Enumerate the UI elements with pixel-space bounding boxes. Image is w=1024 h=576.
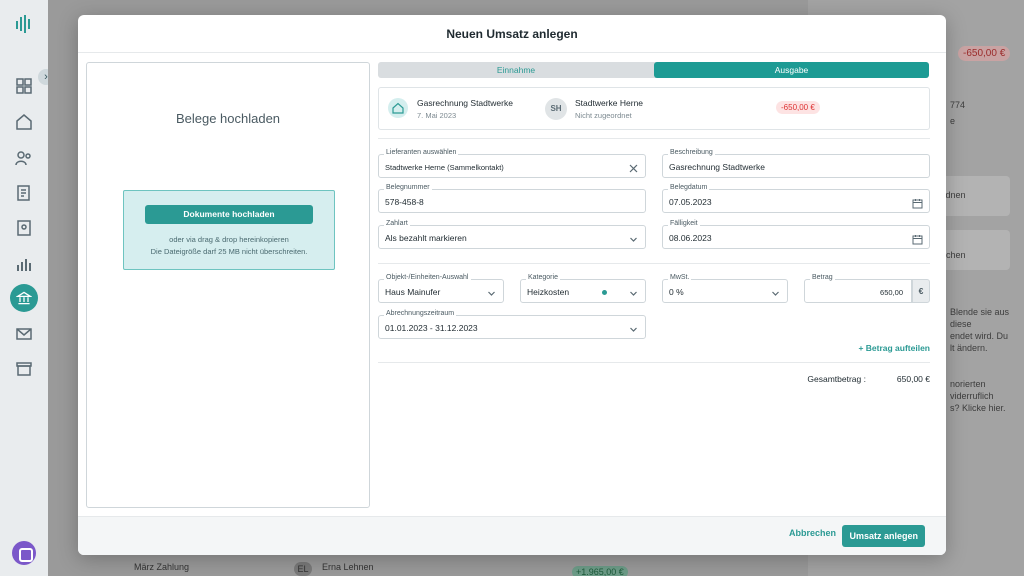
calendar-icon[interactable] xyxy=(912,232,923,245)
currency-addon: € xyxy=(912,279,930,303)
file-dropzone[interactable]: Dokumente hochladen oder via drag & drop… xyxy=(123,190,335,270)
description-label: Beschreibung xyxy=(668,149,715,156)
chevron-down-icon xyxy=(628,286,639,297)
dialog-footer: Abbrechen Umsatz anlegen xyxy=(78,516,946,555)
type-toggle: Einnahme Ausgabe xyxy=(378,62,929,78)
object-label: Objekt-/Einheiten-Auswahl xyxy=(384,274,471,281)
receipt-date-label: Belegdatum xyxy=(668,184,710,191)
chevron-down-icon xyxy=(770,286,781,297)
upload-title: Belege hochladen xyxy=(175,111,281,126)
divider xyxy=(378,263,930,264)
summary-partner-status: Nicht zugeordnet xyxy=(575,111,632,120)
vat-select[interactable]: MwSt. 0 % xyxy=(662,274,788,303)
summary-description: Gasrechnung Stadtwerke xyxy=(417,98,513,108)
background-text: e xyxy=(950,116,956,126)
amount-value: 650,00 xyxy=(880,288,903,297)
dialog-header: Neuen Umsatz anlegen xyxy=(78,15,946,53)
divider xyxy=(378,362,930,363)
receipt-upload-panel: Belege hochladen Dokumente hochladen ode… xyxy=(86,62,370,508)
cancel-button[interactable]: Abbrechen xyxy=(789,528,836,538)
clear-icon[interactable] xyxy=(628,161,639,173)
object-value: Haus Mainufer xyxy=(385,287,441,297)
category-color-dot xyxy=(602,290,607,295)
dashboard-icon[interactable] xyxy=(14,76,34,96)
house-icon xyxy=(388,98,408,118)
chevron-down-icon xyxy=(628,232,639,243)
background-text: 774 xyxy=(950,100,966,110)
create-transaction-button[interactable]: Umsatz anlegen xyxy=(842,525,925,547)
transaction-summary: Gasrechnung Stadtwerke 7. Mai 2023 SH St… xyxy=(378,87,930,130)
file-size-hint: Die Dateigröße darf 25 MB nicht überschr… xyxy=(150,247,308,256)
bank-nav-active[interactable] xyxy=(10,284,38,312)
statistics-icon[interactable] xyxy=(14,254,34,274)
category-label: Kategorie xyxy=(526,274,560,281)
users-icon[interactable] xyxy=(14,148,34,168)
billing-period-select[interactable]: Abrechnungszeitraum 01.01.2023 - 31.12.2… xyxy=(378,310,646,339)
total-label: Gesamtbetrag : xyxy=(807,374,866,384)
tab-expense[interactable]: Ausgabe xyxy=(654,62,929,78)
billing-period-label: Abrechnungszeitraum xyxy=(384,310,457,317)
calendar-icon[interactable] xyxy=(912,196,923,209)
mail-icon[interactable] xyxy=(14,324,34,344)
summary-date: 7. Mai 2023 xyxy=(417,111,457,120)
dropzone-hint: oder via drag & drop hereinkopieren xyxy=(169,235,289,244)
total-value: 650,00 € xyxy=(896,374,930,384)
chevron-down-icon xyxy=(628,322,639,333)
due-date-field[interactable]: Fälligkeit 08.06.2023 xyxy=(662,220,930,249)
due-date-value: 08.06.2023 xyxy=(669,233,712,243)
split-amount-link[interactable]: + Betrag aufteilen xyxy=(858,343,930,353)
payment-type-select[interactable]: Zahlart Als bezahlt markieren xyxy=(378,220,646,249)
receipt-number-field[interactable]: Belegnummer 578-458-8 xyxy=(378,184,646,213)
tab-income[interactable]: Einnahme xyxy=(378,62,654,78)
description-field[interactable]: Beschreibung Gasrechnung Stadtwerke xyxy=(662,149,930,178)
vat-value: 0 % xyxy=(669,287,684,297)
partner-avatar: SH xyxy=(545,98,567,120)
app-sidebar xyxy=(0,0,48,576)
description-value: Gasrechnung Stadtwerke xyxy=(669,162,765,172)
receipt-number-value: 578-458-8 xyxy=(385,197,424,207)
amount-field[interactable]: Betrag 650,00 xyxy=(804,274,912,303)
chevron-down-icon xyxy=(486,286,497,297)
category-select[interactable]: Kategorie Heizkosten xyxy=(520,274,646,303)
category-value: Heizkosten xyxy=(527,287,570,297)
box-icon[interactable] xyxy=(14,358,34,378)
payment-type-value: Als bezahlt markieren xyxy=(385,233,467,243)
contracts-icon[interactable] xyxy=(14,183,34,203)
app-logo-icon xyxy=(14,14,34,34)
supplier-value: Stadtwerke Herne (Sammelkontakt) xyxy=(385,163,504,172)
supplier-label: Lieferanten auswählen xyxy=(384,149,459,156)
due-date-label: Fälligkeit xyxy=(668,220,700,227)
vat-label: MwSt. xyxy=(668,274,692,281)
billing-period-value: 01.01.2023 - 31.12.2023 xyxy=(385,323,478,333)
dialog-title: Neuen Umsatz anlegen xyxy=(446,26,578,41)
summary-partner: Stadtwerke Herne xyxy=(575,98,644,108)
background-info: norierten viderruflich s? Klicke hier. xyxy=(950,379,1006,413)
background-info: Blende sie aus diese endet wird. Du lt ände… xyxy=(950,307,1010,353)
chat-icon[interactable] xyxy=(12,541,36,565)
supplier-select[interactable]: Lieferanten auswählen Stadtwerke Herne (… xyxy=(378,149,646,178)
payment-type-label: Zahlart xyxy=(384,220,410,227)
background-amount-badge: -650,00 € xyxy=(958,46,1011,61)
object-select[interactable]: Objekt-/Einheiten-Auswahl Haus Mainufer xyxy=(378,274,504,303)
home-icon[interactable] xyxy=(14,112,34,132)
divider xyxy=(378,138,930,139)
receipt-date-field[interactable]: Belegdatum 07.05.2023 xyxy=(662,184,930,213)
receipt-date-value: 07.05.2023 xyxy=(669,197,712,207)
upload-documents-button[interactable]: Dokumente hochladen xyxy=(145,205,313,224)
new-transaction-dialog: Neuen Umsatz anlegen Belege hochladen Do… xyxy=(78,15,946,555)
documents-icon[interactable] xyxy=(14,218,34,238)
receipt-number-label: Belegnummer xyxy=(384,184,432,191)
amount-label: Betrag xyxy=(810,274,835,281)
amount-badge: -650,00 € xyxy=(776,101,820,114)
